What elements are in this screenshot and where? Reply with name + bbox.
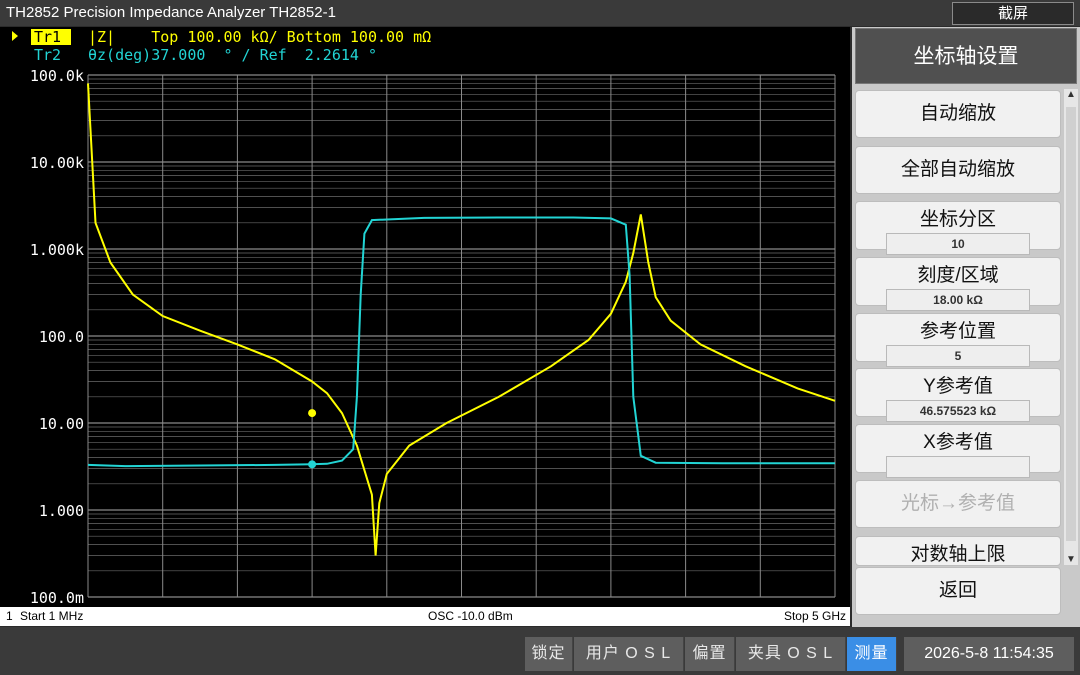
auto-scale-button[interactable]: 自动缩放 xyxy=(855,90,1061,138)
channel-number: 1 xyxy=(6,609,13,623)
scale-per-div-value[interactable]: 18.00 kΩ xyxy=(886,289,1030,311)
tr2-scale-text: θz(deg)37.000 ° / Ref 2.2614 ° xyxy=(88,46,377,64)
auto-scale-all-button[interactable]: 全部自动缩放 xyxy=(855,146,1061,194)
reference-position-button[interactable]: 参考位置 5 xyxy=(855,313,1061,367)
marker-to-reference-label: 光标→参考值 xyxy=(900,493,1015,514)
log-axis-upper-button[interactable]: 对数轴上限 xyxy=(855,536,1061,566)
status-bar: 1 Start 1 MHz OSC -10.0 dBm Stop 5 GHz xyxy=(0,607,850,626)
divisions-value[interactable]: 10 xyxy=(886,233,1030,255)
reference-position-value[interactable]: 5 xyxy=(886,345,1030,367)
lock-button[interactable]: 锁定 xyxy=(525,637,573,671)
y-reference-value[interactable]: 46.575523 kΩ xyxy=(886,400,1030,422)
scroll-down-icon[interactable]: ▼ xyxy=(1064,554,1078,565)
user-osl-button[interactable]: 用户 O S L xyxy=(574,637,684,671)
x-reference-label: X参考值 xyxy=(923,432,993,453)
y-tick-label: 10.00k xyxy=(30,154,84,172)
scroll-up-icon[interactable]: ▲ xyxy=(1064,89,1078,100)
panel-scrollbar[interactable]: ▲ ▼ xyxy=(1064,89,1078,565)
trace-marker xyxy=(308,409,317,418)
x-reference-value[interactable] xyxy=(886,456,1030,478)
scroll-thumb[interactable] xyxy=(1066,107,1076,541)
softkey-panel: 坐标轴设置 自动缩放 全部自动缩放 坐标分区 10 刻度/区域 18.00 kΩ… xyxy=(852,27,1080,627)
y-tick-label: 100.0 xyxy=(39,328,84,346)
divisions-button[interactable]: 坐标分区 10 xyxy=(855,201,1061,255)
screenshot-button[interactable]: 截屏 xyxy=(952,2,1074,25)
trace-marker xyxy=(308,460,317,469)
tr1-label[interactable]: Tr1 xyxy=(34,28,61,46)
panel-header: 坐标轴设置 xyxy=(855,28,1077,84)
tr1-scale-text: |Z| Top 100.00 kΩ/ Bottom 100.00 mΩ xyxy=(88,28,431,46)
measure-button[interactable]: 测量 xyxy=(847,637,897,671)
divisions-label: 坐标分区 xyxy=(919,209,996,230)
auto-scale-label: 自动缩放 xyxy=(919,103,996,124)
y-tick-labels: 100.0k 10.00k 1.000k 100.0 10.00 1.000 100.0m xyxy=(30,67,84,607)
return-button[interactable]: 返回 xyxy=(855,567,1061,615)
reference-position-label: 参考位置 xyxy=(919,321,996,342)
scale-per-div-button[interactable]: 刻度/区域 18.00 kΩ xyxy=(855,257,1061,311)
y-tick-label: 100.0k xyxy=(30,67,84,85)
y-reference-button[interactable]: Y参考值 46.575523 kΩ xyxy=(855,368,1061,422)
marker-to-reference-button[interactable]: 光标→参考值 xyxy=(855,480,1061,528)
active-trace-arrow-icon xyxy=(12,31,18,41)
osc-level[interactable]: OSC -10.0 dBm xyxy=(428,609,513,623)
window-title: TH2852 Precision Impedance Analyzer TH28… xyxy=(6,4,336,21)
return-label: 返回 xyxy=(938,580,977,601)
bias-button[interactable]: 偏置 xyxy=(685,637,735,671)
auto-scale-all-label: 全部自动缩放 xyxy=(900,159,1015,180)
title-bar: TH2852 Precision Impedance Analyzer TH28… xyxy=(0,0,1080,26)
chart-grid xyxy=(87,74,836,598)
log-axis-upper-label: 对数轴上限 xyxy=(910,544,1006,565)
y-tick-label: 1.000 xyxy=(39,502,84,520)
plot-area: 100.0k 10.00k 1.000k 100.0 10.00 1.000 100.0m … xyxy=(0,27,850,609)
y-tick-label: 1.000k xyxy=(30,241,84,259)
footer-bar: 锁定 用户 O S L 偏置 夹具 O S L 测量 2026-5-8 11:5… xyxy=(0,627,1080,675)
y-reference-label: Y参考值 xyxy=(923,376,993,397)
x-reference-button[interactable]: X参考值 xyxy=(855,424,1061,478)
start-frequency[interactable]: Start 1 MHz xyxy=(20,609,83,623)
y-tick-label: 100.0m xyxy=(30,589,84,607)
impedance-chart: 100.0k10.00k1.000k100.010.001.000100.0m … xyxy=(12,28,836,607)
y-tick-label: 10.00 xyxy=(39,415,84,433)
scale-per-div-label: 刻度/区域 xyxy=(917,265,999,286)
clock-display: 2026-5-8 11:54:35 xyxy=(904,637,1074,671)
fixture-osl-button[interactable]: 夹具 O S L xyxy=(736,637,846,671)
stop-frequency[interactable]: Stop 5 GHz xyxy=(784,609,846,623)
tr2-label[interactable]: Tr2 xyxy=(34,46,61,64)
